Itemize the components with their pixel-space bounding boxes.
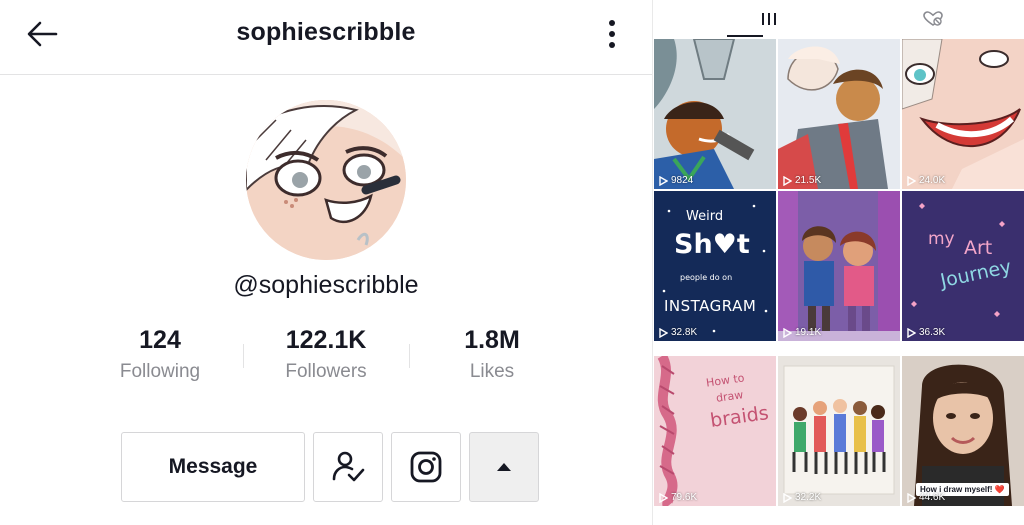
view-count-text: 9824	[671, 175, 694, 186]
thumbnail-illustration	[902, 39, 1024, 189]
instagram-icon	[410, 451, 442, 483]
thumbnail-illustration	[778, 39, 900, 189]
tab-videos[interactable]	[719, 0, 819, 38]
play-icon	[659, 327, 668, 338]
thumbnail-text: Art	[964, 237, 993, 259]
tab-liked[interactable]	[883, 0, 983, 38]
view-count: 32.8K	[659, 327, 697, 338]
stat-divider	[409, 344, 410, 368]
profile-tabs	[653, 0, 1024, 38]
play-icon	[783, 492, 792, 503]
followers-count: 122.1K	[285, 326, 367, 354]
video-grid: 9824 21.5K 24.0K Weird Sh♥t people do on…	[653, 39, 1024, 525]
active-tab-indicator	[727, 35, 763, 37]
view-count: 24.0K	[907, 175, 945, 186]
view-count-text: 24.0K	[919, 175, 946, 186]
more-options-button[interactable]	[598, 14, 626, 54]
play-icon	[659, 175, 668, 186]
grid-icon	[762, 13, 776, 25]
video-thumbnail[interactable]: 19.1K	[778, 191, 900, 341]
video-thumbnail[interactable]: my Art Journey 36.3K	[902, 191, 1024, 341]
view-count-text: 21.5K	[795, 175, 822, 186]
liked-heart-hidden-icon	[923, 11, 943, 26]
thumbnail-text: INSTAGRAM	[664, 297, 757, 315]
play-icon	[907, 327, 916, 338]
message-button[interactable]: Message	[121, 432, 305, 502]
view-count: 9824	[659, 175, 693, 186]
stat-following[interactable]: 124 Following	[80, 326, 240, 383]
thumbnail-illustration	[778, 356, 900, 506]
profile-handle: @sophiescribble	[233, 271, 419, 299]
video-thumbnail[interactable]: 32.2K	[778, 356, 900, 506]
view-count: 44.6K	[907, 492, 945, 503]
view-count: 21.5K	[783, 175, 821, 186]
user-check-icon	[332, 451, 365, 482]
view-count: 19.1K	[783, 327, 821, 338]
view-count: 79.6K	[659, 492, 697, 503]
likes-count: 1.8M	[464, 326, 520, 354]
avatar[interactable]	[246, 100, 406, 260]
view-count: 36.3K	[907, 327, 945, 338]
video-thumbnail[interactable]: How i draw myself! ❤️ 44.6K	[902, 356, 1024, 506]
play-icon	[783, 175, 792, 186]
play-icon	[783, 327, 792, 338]
view-count-text: 44.6K	[919, 492, 946, 503]
following-count: 124	[139, 326, 181, 354]
thumbnail-text: Sh♥t	[674, 229, 750, 260]
thumbnail-text: my	[928, 229, 955, 249]
play-icon	[659, 492, 668, 503]
page-title: sophiescribble	[236, 18, 416, 46]
top-bar: sophiescribble	[0, 0, 652, 75]
video-grid-panel: 9824 21.5K 24.0K Weird Sh♥t people do on…	[652, 0, 1024, 525]
stat-likes[interactable]: 1.8M Likes	[412, 326, 572, 383]
stat-divider	[243, 344, 244, 368]
view-count-text: 19.1K	[795, 327, 822, 338]
more-dots-icon	[609, 20, 615, 26]
thumbnail-text: people do on	[680, 273, 733, 282]
thumbnail-illustration	[654, 39, 776, 189]
video-thumbnail[interactable]: Weird Sh♥t people do on INSTAGRAM 32.8K	[654, 191, 776, 341]
profile-panel: sophiescribble @sophiescribble 124 Follo…	[0, 0, 652, 525]
following-label: Following	[119, 361, 201, 382]
video-thumbnail[interactable]: 24.0K	[902, 39, 1024, 189]
view-count: 32.2K	[783, 492, 821, 503]
stat-followers[interactable]: 122.1K Followers	[246, 326, 406, 383]
thumbnail-illustration	[778, 191, 900, 341]
video-thumbnail[interactable]: How to draw braids 79.6K	[654, 356, 776, 506]
view-count-text: 32.8K	[671, 327, 698, 338]
avatar-illustration	[246, 100, 406, 260]
likes-label: Likes	[469, 361, 515, 382]
followers-label: Followers	[285, 361, 367, 382]
caret-up-icon	[497, 463, 511, 471]
view-count-text: 36.3K	[919, 327, 946, 338]
video-thumbnail[interactable]: 9824	[654, 39, 776, 189]
play-icon	[907, 492, 916, 503]
view-count-text: 79.6K	[671, 492, 698, 503]
instagram-button[interactable]	[391, 432, 461, 502]
suggested-accounts-button[interactable]	[469, 432, 539, 502]
play-icon	[907, 175, 916, 186]
following-status-button[interactable]	[313, 432, 383, 502]
view-count-text: 32.2K	[795, 492, 822, 503]
thumbnail-text: Weird	[686, 209, 724, 224]
video-thumbnail[interactable]: 21.5K	[778, 39, 900, 189]
